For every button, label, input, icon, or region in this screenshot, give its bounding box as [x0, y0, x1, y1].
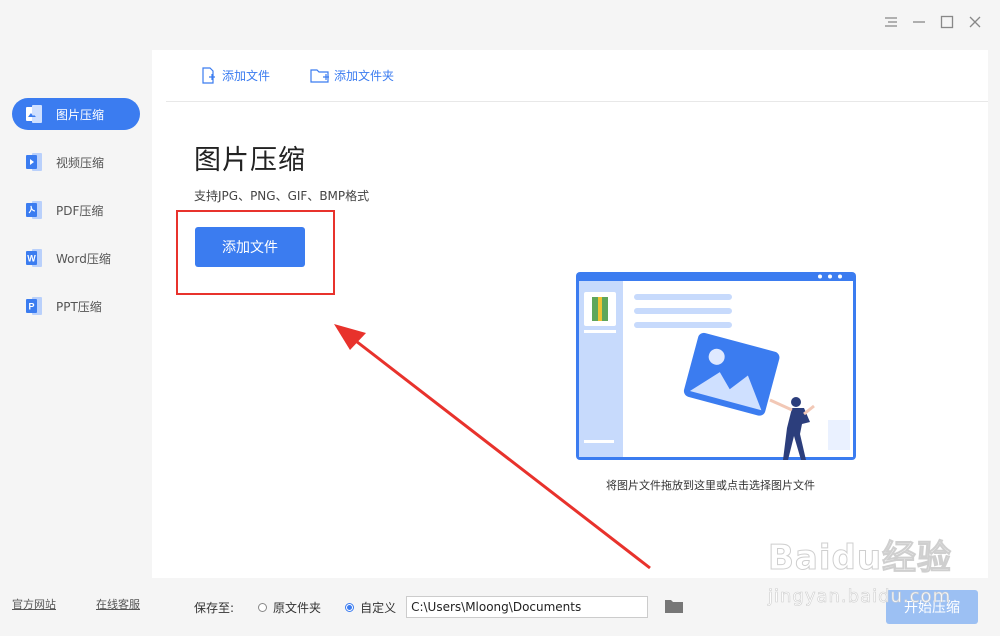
- sidebar-item-label: Word压缩: [56, 251, 111, 266]
- radio-off-icon: [258, 602, 268, 612]
- illus-dot-icon: [828, 274, 832, 279]
- image-icon: [26, 105, 42, 123]
- close-icon[interactable]: [968, 14, 982, 28]
- window-controls: [884, 14, 982, 29]
- supported-formats-text: 支持JPG、PNG、GIF、BMP格式: [194, 189, 370, 203]
- sidebar-item-word[interactable]: W Word压缩: [12, 242, 140, 274]
- add-folder-toolbar-label: 添加文件夹: [334, 69, 395, 83]
- add-folder-toolbar-button[interactable]: 添加文件夹: [310, 67, 394, 85]
- sidebar-item-video[interactable]: 视频压缩: [12, 146, 140, 178]
- sidebar-item-label: 图片压缩: [56, 107, 105, 122]
- add-file-toolbar-button[interactable]: 添加文件: [200, 66, 271, 85]
- output-path-input[interactable]: [406, 596, 649, 618]
- video-icon: [26, 153, 42, 171]
- toolbar: 添加文件 添加文件夹: [166, 50, 988, 102]
- online-service-link[interactable]: 在线客服: [96, 596, 140, 612]
- pdf-icon: [26, 201, 42, 219]
- radio-original-folder[interactable]: 原文件夹: [258, 599, 321, 616]
- sidebar-nav: 图片压缩 视频压缩 PDF压缩 W Word压缩 P PPT压缩: [12, 98, 140, 338]
- sidebar-item-label: PDF压缩: [56, 203, 104, 218]
- menu-icon[interactable]: [884, 14, 898, 28]
- add-folder-icon: [310, 68, 330, 83]
- drop-hint-text: 将图片文件拖放到这里或点击选择图片文件: [606, 479, 815, 492]
- official-site-link[interactable]: 官方网站: [12, 596, 56, 612]
- drop-zone-illustration[interactable]: [576, 270, 858, 470]
- radio-on-icon: [345, 602, 355, 612]
- radio-custom-label: 自定义: [360, 600, 397, 615]
- sidebar-item-label: PPT压缩: [56, 299, 102, 314]
- ppt-icon: P: [26, 297, 42, 315]
- illus-dot-icon: [818, 274, 822, 279]
- sidebar-item-ppt[interactable]: P PPT压缩: [12, 290, 140, 322]
- sidebar-item-image[interactable]: 图片压缩: [12, 98, 140, 130]
- sidebar: 图片压缩 视频压缩 PDF压缩 W Word压缩 P PPT压缩 官方网站 在线…: [0, 0, 152, 636]
- start-compress-button[interactable]: 开始压缩: [886, 590, 978, 624]
- add-file-icon: [202, 66, 215, 84]
- svg-text:W: W: [27, 254, 36, 264]
- save-to-label: 保存至:: [194, 600, 235, 615]
- main-panel: 添加文件 添加文件夹 图片压缩 支持JPG、PNG、GIF、BMP格式 添加文件: [152, 50, 988, 578]
- radio-original-label: 原文件夹: [273, 600, 322, 615]
- page-title: 图片压缩: [194, 145, 306, 176]
- svg-text:P: P: [28, 302, 34, 312]
- add-file-toolbar-label: 添加文件: [222, 69, 271, 83]
- minimize-icon[interactable]: [912, 14, 926, 28]
- bottom-bar: 保存至: 原文件夹 自定义 开始压缩: [152, 578, 1000, 636]
- word-icon: W: [26, 249, 42, 267]
- sidebar-footer: 官方网站 在线客服: [12, 596, 140, 612]
- sidebar-item-label: 视频压缩: [56, 155, 105, 170]
- folder-icon[interactable]: [664, 598, 684, 617]
- sidebar-item-pdf[interactable]: PDF压缩: [12, 194, 140, 226]
- illus-dot-icon: [838, 274, 842, 279]
- add-file-button[interactable]: 添加文件: [195, 227, 305, 267]
- radio-custom-folder[interactable]: 自定义: [345, 599, 396, 616]
- maximize-icon[interactable]: [940, 14, 954, 29]
